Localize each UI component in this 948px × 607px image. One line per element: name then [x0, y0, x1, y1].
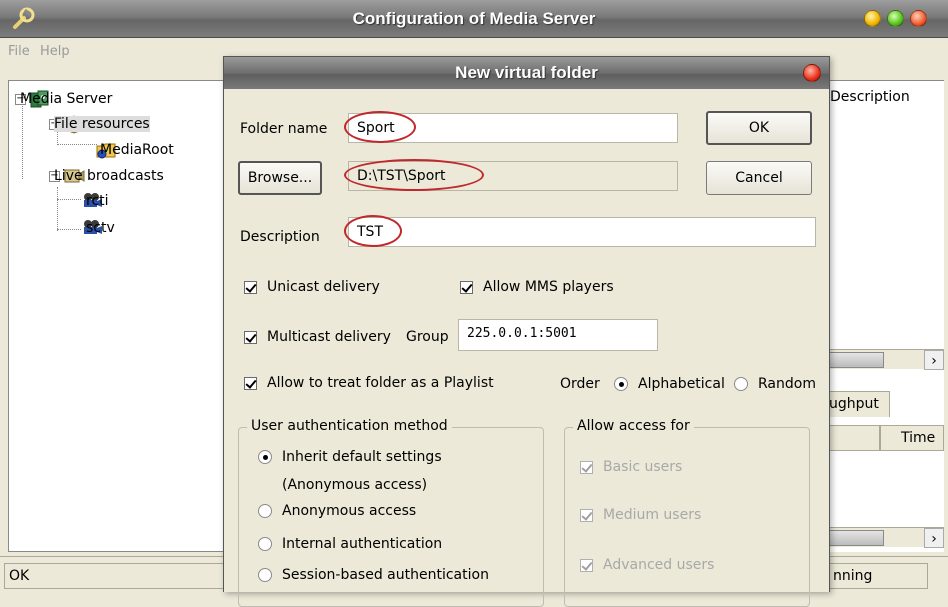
- status-text: OK: [4, 563, 224, 589]
- radio-selected-icon[interactable]: [614, 377, 628, 391]
- scroll-thumb[interactable]: [826, 352, 884, 368]
- details-pane[interactable]: Description › ughput Time ›: [824, 80, 944, 552]
- maximize-button[interactable]: [887, 10, 904, 27]
- tree-label: sctv: [86, 220, 115, 236]
- column-header-blank[interactable]: [824, 425, 880, 451]
- column-header-time[interactable]: Time: [880, 425, 944, 451]
- allow-mms-checkbox[interactable]: Allow MMS players: [460, 279, 614, 295]
- description-label: Description: [240, 229, 320, 245]
- radio-unselected-icon[interactable]: [258, 537, 272, 551]
- scroll-thumb[interactable]: [826, 530, 884, 546]
- column-header-description[interactable]: Description: [830, 89, 910, 105]
- tree-label: MediaRoot: [100, 142, 174, 158]
- playlist-checkbox[interactable]: Allow to treat folder as a Playlist: [244, 375, 494, 391]
- main-window-title: Configuration of Media Server: [352, 9, 596, 28]
- tree-item-live-broadcasts[interactable]: − Live broadcasts: [49, 166, 164, 186]
- tree-item-mediaroot[interactable]: MediaRoot: [95, 140, 174, 160]
- horizontal-scrollbar-lower[interactable]: ›: [824, 527, 944, 548]
- unicast-delivery-label: Unicast delivery: [267, 279, 380, 295]
- auth-session-label: Session-based authentication: [282, 567, 489, 583]
- menu-file[interactable]: File: [8, 44, 30, 59]
- browse-button[interactable]: Browse...: [238, 161, 322, 195]
- ok-button[interactable]: OK: [706, 111, 812, 145]
- menu-help[interactable]: Help: [40, 44, 70, 59]
- description-input[interactable]: TST: [348, 217, 816, 247]
- medium-users-checkbox[interactable]: Medium users: [580, 507, 701, 523]
- main-title-bar: Configuration of Media Server: [0, 0, 948, 38]
- auth-group-title: User authentication method: [247, 418, 452, 434]
- status-running: nning: [828, 563, 928, 589]
- checkbox-checked-icon[interactable]: [244, 376, 257, 390]
- group-address-input[interactable]: 225.0.0.1:5001: [458, 319, 658, 351]
- auth-anonymous-radio[interactable]: Anonymous access: [258, 503, 416, 519]
- folder-name-input[interactable]: Sport: [348, 113, 678, 143]
- advanced-users-checkbox[interactable]: Advanced users: [580, 557, 714, 573]
- auth-session-radio[interactable]: Session-based authentication: [258, 567, 489, 583]
- access-group-title: Allow access for: [573, 418, 694, 434]
- tree-label: Live broadcasts: [54, 168, 164, 184]
- multicast-delivery-label: Multicast delivery: [267, 329, 391, 345]
- radio-unselected-icon[interactable]: [258, 568, 272, 582]
- playlist-label: Allow to treat folder as a Playlist: [267, 375, 494, 391]
- tree-item-file-resources[interactable]: − File resources: [49, 114, 150, 134]
- auth-internal-radio[interactable]: Internal authentication: [258, 536, 442, 552]
- scroll-right-arrow-icon[interactable]: ›: [924, 350, 944, 370]
- order-alphabetical-label: Alphabetical: [638, 376, 725, 392]
- tree-label: Media Server: [20, 91, 113, 107]
- order-random-label: Random: [758, 376, 816, 392]
- server-tree[interactable]: − Media Server − File resources MediaRoo…: [8, 80, 230, 552]
- dialog-close-button[interactable]: [803, 64, 821, 82]
- basic-users-label: Basic users: [603, 459, 683, 475]
- checkbox-checked-icon[interactable]: [244, 330, 257, 344]
- checkbox-disabled-icon[interactable]: [580, 460, 593, 474]
- cancel-button[interactable]: Cancel: [706, 161, 812, 195]
- tree-item-media-server[interactable]: − Media Server: [15, 89, 112, 109]
- auth-internal-label: Internal authentication: [282, 536, 443, 552]
- checkbox-disabled-icon[interactable]: [580, 508, 593, 522]
- radio-selected-icon[interactable]: [258, 450, 272, 464]
- minimize-button[interactable]: [864, 10, 881, 27]
- horizontal-scrollbar[interactable]: ›: [824, 349, 944, 370]
- basic-users-checkbox[interactable]: Basic users: [580, 459, 682, 475]
- multicast-delivery-checkbox[interactable]: Multicast delivery: [244, 329, 391, 345]
- close-button[interactable]: [910, 10, 927, 27]
- unicast-delivery-checkbox[interactable]: Unicast delivery: [244, 279, 380, 295]
- checkbox-checked-icon[interactable]: [460, 280, 473, 294]
- folder-name-label: Folder name: [240, 121, 328, 137]
- allow-mms-label: Allow MMS players: [483, 279, 614, 295]
- tree-item-sctv[interactable]: sctv: [81, 218, 115, 238]
- order-random-radio[interactable]: Random: [734, 376, 816, 392]
- radio-unselected-icon[interactable]: [258, 504, 272, 518]
- medium-users-label: Medium users: [603, 507, 702, 523]
- auth-inherit-label: Inherit default settings: [282, 449, 442, 465]
- advanced-users-label: Advanced users: [603, 557, 715, 573]
- auth-inherit-radio[interactable]: Inherit default settings: [258, 449, 442, 465]
- dialog-title-bar: New virtual folder: [224, 57, 829, 89]
- tab-throughput[interactable]: ughput: [824, 391, 890, 417]
- group-label: Group: [406, 329, 449, 345]
- path-field[interactable]: D:\TST\Sport: [348, 161, 678, 191]
- checkbox-disabled-icon[interactable]: [580, 558, 593, 572]
- auth-inherit-sublabel: (Anonymous access): [282, 477, 428, 493]
- scroll-right-arrow-icon[interactable]: ›: [924, 528, 944, 548]
- dialog-title: New virtual folder: [455, 63, 598, 82]
- tree-label: rcti: [86, 193, 109, 209]
- order-label: Order: [560, 376, 600, 392]
- auth-anonymous-label: Anonymous access: [282, 503, 417, 519]
- checkbox-checked-icon[interactable]: [244, 280, 257, 294]
- radio-unselected-icon[interactable]: [734, 377, 748, 391]
- order-alphabetical-radio[interactable]: Alphabetical: [614, 376, 725, 392]
- tree-item-rcti[interactable]: rcti: [81, 191, 109, 211]
- new-virtual-folder-dialog: New virtual folder Folder name Sport OK …: [223, 56, 830, 607]
- tree-label: File resources: [54, 116, 150, 132]
